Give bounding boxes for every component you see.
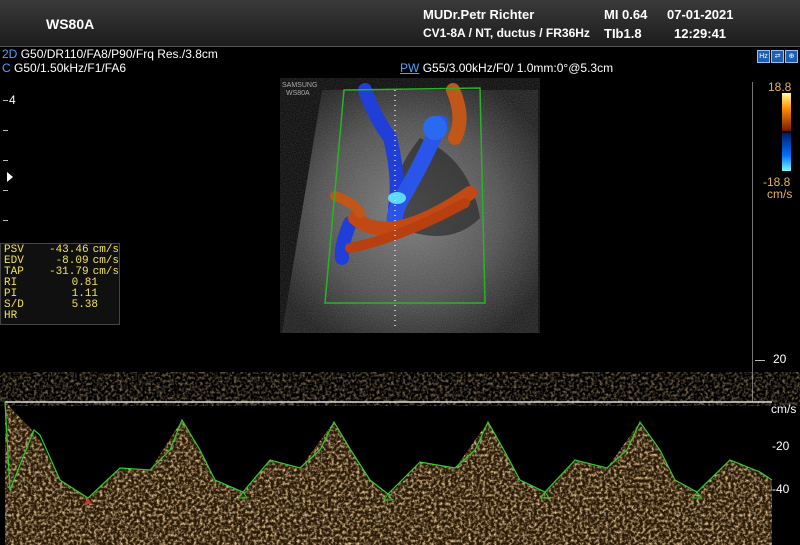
mi-value: MI 0.64: [604, 7, 648, 22]
twod-params: 2D G50/DR110/FA8/P90/Frq Res./3.8cm: [2, 47, 218, 61]
doctor-name: MUDr.Petr Richter: [423, 7, 535, 22]
doppler-spectrum[interactable]: [0, 340, 800, 545]
probe-line: CV1-8A / NT, ductus / FR36Hz: [423, 26, 590, 40]
depth-marker: 4: [9, 93, 16, 107]
doppler-scale-20: 20: [773, 352, 787, 366]
measure-row-ri: RI 0.81: [4, 277, 98, 289]
twod-label: 2D: [2, 47, 18, 61]
measurement-panel: PSV -43.46 cm/s EDV -8.09 cm/s TAP -31.79 cm/s…: [0, 243, 120, 325]
measure-row-tap: TAP -31.79 cm/s: [4, 266, 119, 278]
date-value: 07-01-2021: [667, 7, 734, 22]
scale-tick: [755, 360, 765, 361]
pw-value: G55/3.00kHz/F0/ 1.0mm:0°@5.3cm: [422, 61, 614, 75]
time-value: 12:29:41: [674, 26, 727, 41]
measure-row-hr: HR: [4, 310, 18, 322]
watermark-model: WS80A: [286, 90, 310, 97]
hr-icon[interactable]: Hz: [757, 50, 770, 63]
measure-row-sd: S/D 5.38: [4, 299, 98, 311]
model-name: WS80A: [46, 16, 95, 32]
flip-icon[interactable]: ⇄: [771, 50, 784, 63]
color-scale-bar: [782, 93, 791, 171]
doppler-scale-neg40: -40: [772, 482, 790, 496]
c-label: C: [2, 61, 11, 75]
color-params: C G50/1.50kHz/F1/FA6: [2, 61, 126, 75]
zoom-icon[interactable]: ⊕: [785, 50, 798, 63]
tib-value: TIb1.8: [604, 26, 642, 41]
c-value: G50/1.50kHz/F1/FA6: [14, 61, 127, 75]
watermark-brand: SAMSUNG: [282, 82, 317, 89]
color-scale-unit: cm/s: [767, 187, 793, 201]
pw-label: PW: [400, 61, 420, 75]
doppler-scale-neg20: -20: [772, 439, 790, 453]
color-scale-top: 18.8: [768, 80, 792, 94]
focus-marker-icon[interactable]: [7, 172, 13, 182]
doppler-scale-unit: cm/s: [771, 402, 797, 416]
twod-value: G50/DR110/FA8/P90/Frq Res./3.8cm: [20, 47, 218, 61]
color-doppler-image[interactable]: SAMSUNG WS80A: [280, 78, 540, 333]
pw-params: PW G55/3.00kHz/F0/ 1.0mm:0°@5.3cm: [400, 61, 613, 75]
